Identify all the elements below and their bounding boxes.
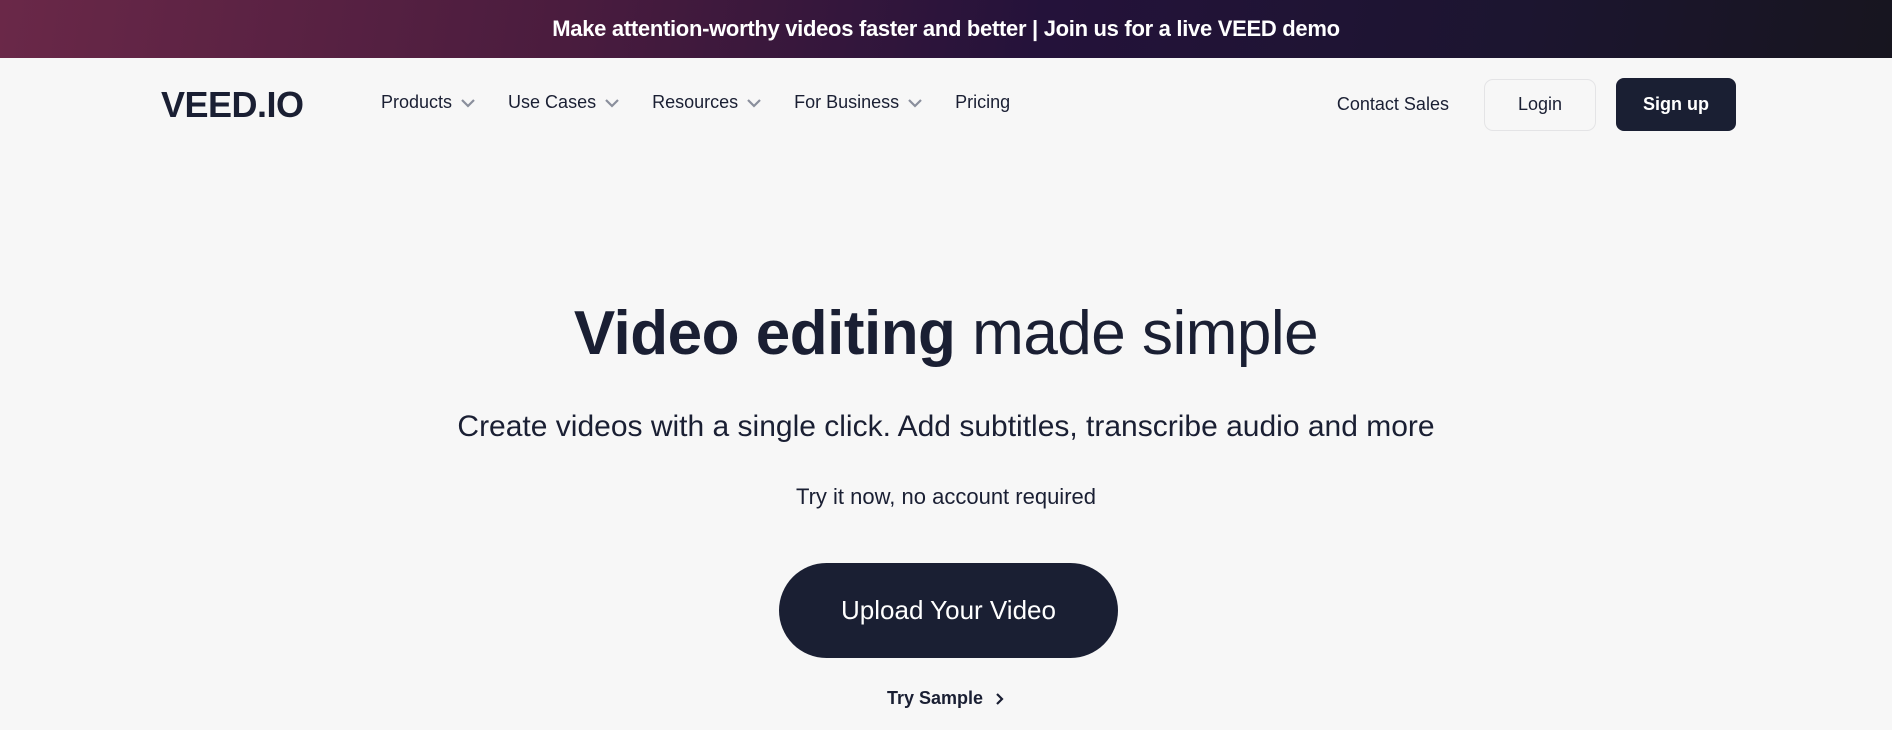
try-sample-link[interactable]: Try Sample	[887, 688, 1005, 709]
headline-light: made simple	[972, 299, 1319, 368]
menu-item-label: Use Cases	[508, 92, 597, 112]
upload-video-button[interactable]: Upload Your Video	[779, 563, 1118, 658]
promo-banner[interactable]: Make attention-worthy videos faster and …	[0, 0, 1892, 58]
menu-item-resources[interactable]: Resources	[652, 92, 762, 113]
chevron-down-icon	[605, 98, 619, 108]
try-sample-row: Try Sample	[0, 688, 1892, 709]
header-nav: VEED.IO Products Use Cases Resources For…	[0, 58, 1892, 150]
veed-logo[interactable]: VEED.IO	[161, 84, 304, 126]
contact-sales-link[interactable]: Contact Sales	[1337, 94, 1449, 115]
chevron-down-icon	[908, 98, 922, 108]
menu-item-label: Resources	[652, 92, 739, 112]
login-button[interactable]: Login	[1483, 78, 1596, 131]
signup-button[interactable]: Sign up	[1616, 78, 1736, 131]
menu-item-label: For Business	[794, 92, 900, 112]
menu-item-products[interactable]: Products	[381, 92, 476, 113]
promo-banner-text[interactable]: Make attention-worthy videos faster and …	[552, 16, 1340, 42]
try-sample-label: Try Sample	[886, 688, 984, 708]
menu-item-label: Pricing	[955, 92, 1011, 112]
chevron-down-icon	[747, 98, 761, 108]
main-menu: Products Use Cases Resources For Busines…	[381, 92, 1042, 113]
menu-item-label: Products	[381, 92, 453, 112]
menu-item-use-cases[interactable]: Use Cases	[508, 92, 620, 113]
hero-subtitle: Create videos with a single click. Add s…	[457, 410, 1435, 443]
chevron-right-icon	[996, 692, 1004, 705]
menu-item-for-business[interactable]: For Business	[794, 92, 923, 113]
hero-headline: Video editing made simple	[0, 298, 1892, 369]
header-actions: Contact Sales Login Sign up	[1337, 78, 1736, 131]
chevron-down-icon	[461, 98, 475, 108]
headline-bold: Video editing	[573, 299, 956, 368]
menu-item-pricing[interactable]: Pricing	[955, 92, 1010, 113]
no-account-note: Try it now, no account required	[795, 484, 1096, 509]
